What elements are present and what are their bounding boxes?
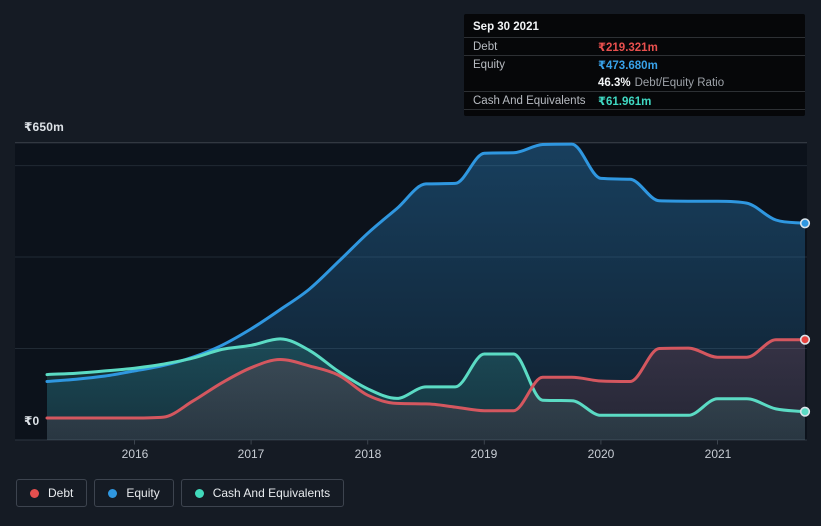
tooltip-debt-label: Debt: [473, 40, 498, 53]
tooltip-cash-value: ₹61.961m: [598, 95, 652, 108]
chart-legend: Debt Equity Cash And Equivalents: [16, 479, 345, 507]
balance-sheet-history-chart: ₹650m ₹0 2016 2017 2018 2019 2020 2021 S…: [0, 0, 821, 526]
x-tick-2018: 2018: [354, 447, 382, 461]
x-tick-2020: 2020: [587, 447, 615, 461]
cash-series-dot-icon: [194, 488, 204, 498]
chart-tooltip: Sep 30 2021 Debt ₹219.321m Equity ₹473.6…: [464, 14, 805, 116]
tooltip-cash-label: Cash And Equivalents: [473, 94, 586, 107]
x-tick-2021: 2021: [704, 447, 732, 461]
legend-cash-label: Cash And Equivalents: [212, 486, 331, 500]
equity-series-dot-icon: [108, 488, 118, 498]
y-axis-max-label: ₹650m: [24, 120, 65, 134]
tooltip-debt-value: ₹219.321m: [598, 41, 658, 54]
x-tick-2019: 2019: [470, 447, 498, 461]
tooltip-equity-value: ₹473.680m: [598, 60, 658, 72]
tooltip-ratio-row: 46.3% Debt/Equity Ratio: [464, 74, 805, 92]
legend-equity-label: Equity: [126, 486, 160, 500]
legend-item-debt[interactable]: Debt: [16, 479, 88, 507]
x-tick-2017: 2017: [237, 447, 265, 461]
tooltip-equity-row: Equity ₹473.680m: [464, 56, 805, 74]
legend-debt-label: Debt: [48, 486, 74, 500]
tooltip-ratio-value: 46.3%: [598, 76, 631, 89]
debt-series-dot-icon: [30, 488, 39, 498]
tooltip-debt-row: Debt ₹219.321m: [464, 38, 805, 56]
tooltip-ratio-label: Debt/Equity Ratio: [634, 76, 725, 89]
x-tick-2016: 2016: [121, 447, 149, 461]
tooltip-date: Sep 30 2021: [464, 14, 805, 38]
legend-item-equity[interactable]: Equity: [94, 479, 174, 507]
tooltip-equity-label: Equity: [473, 59, 505, 71]
tooltip-cash-row: Cash And Equivalents ₹61.961m: [464, 92, 805, 110]
y-axis-zero-label: ₹0: [24, 414, 40, 428]
legend-item-cash[interactable]: Cash And Equivalents: [180, 479, 345, 507]
